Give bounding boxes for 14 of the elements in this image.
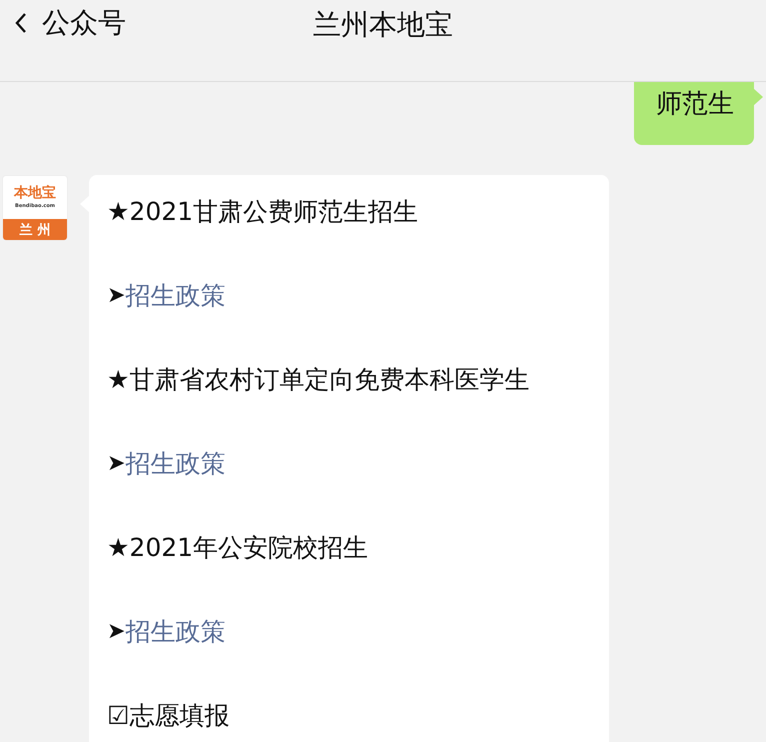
policy-link[interactable]: 招生政策 [125,615,226,649]
arrow-marker: ➤ [107,450,126,478]
chat-title: 兰州本地宝 [313,7,453,43]
message-line: ☑志愿填报 [107,700,230,732]
back-icon [14,12,28,34]
back-button[interactable]: 公众号 [0,2,126,42]
policy-link[interactable]: 招生政策 [125,447,226,481]
message-line: ★2021甘肃公费师范生招生 [107,196,420,228]
arrow-marker: ➤ [107,618,126,646]
arrow-marker: ➤ [107,282,126,310]
message-line: ★甘肃省农村订单定向免费本科医学生 [107,364,530,396]
bubble-tail [753,88,763,106]
policy-link[interactable]: 招生政策 [125,279,226,313]
message-line: ★2021年公安院校招生 [107,532,370,564]
